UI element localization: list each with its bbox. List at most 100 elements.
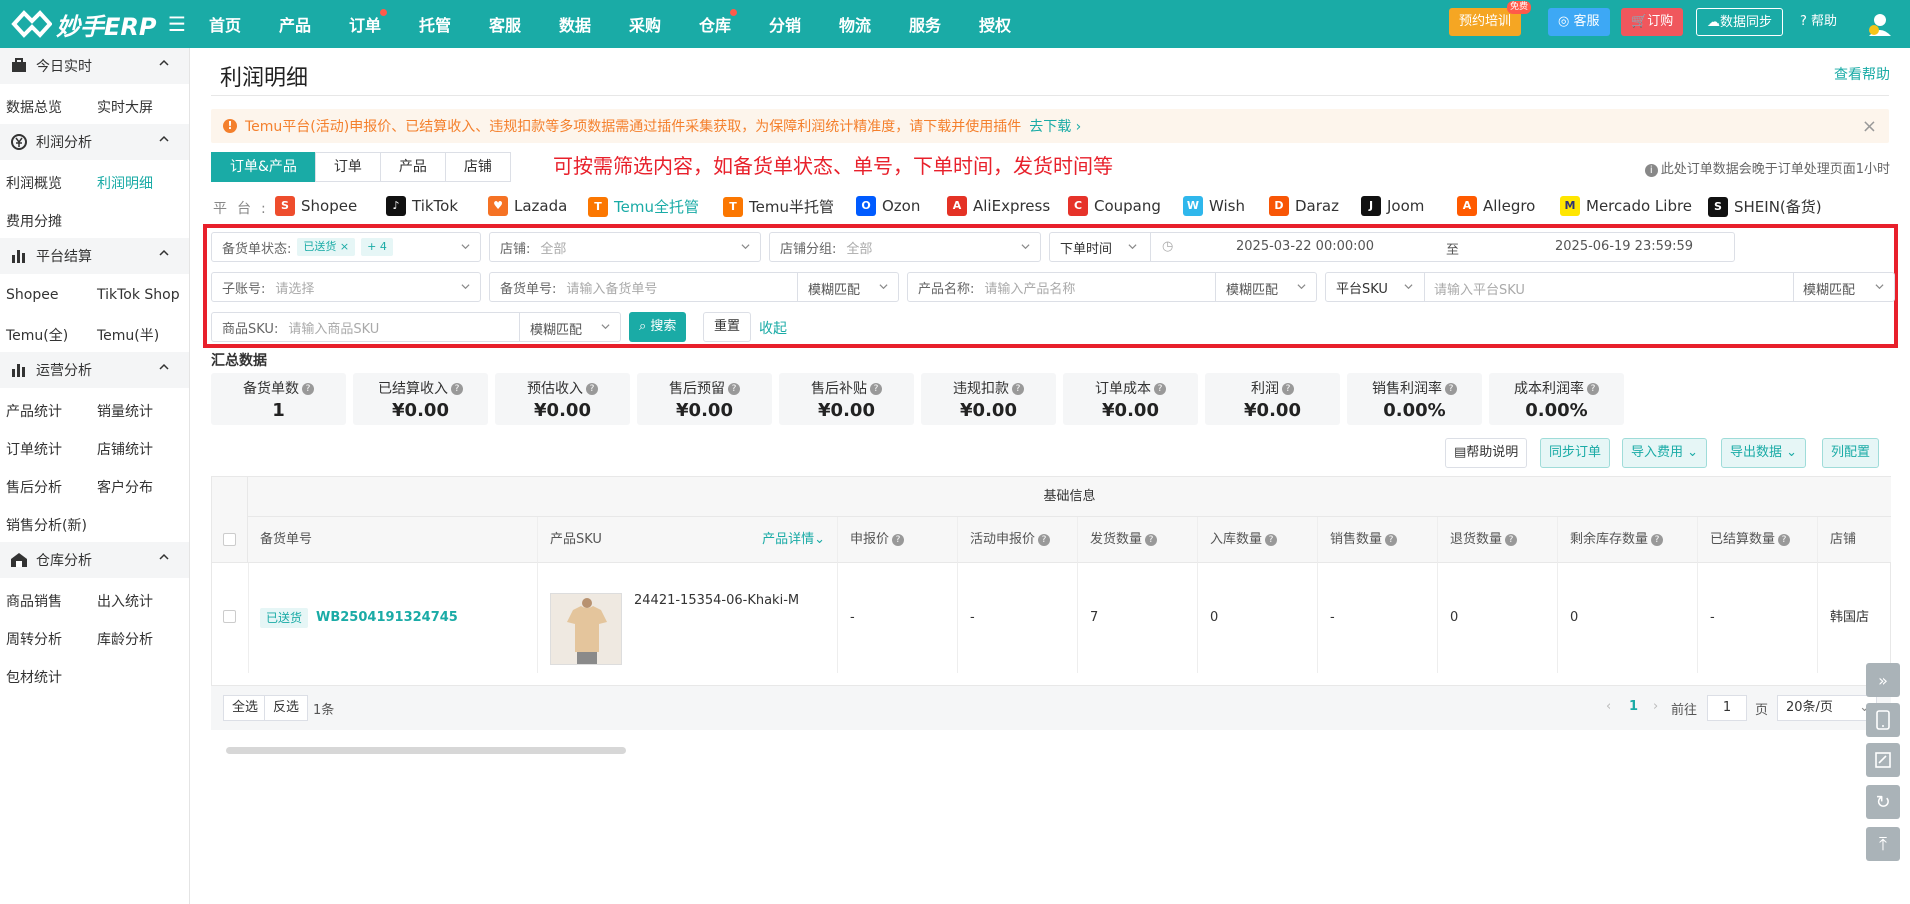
nav-service[interactable]: 客服 xyxy=(489,12,521,36)
avatar[interactable] xyxy=(1866,10,1894,38)
sidebar-item-temu-semi[interactable]: Temu(半) xyxy=(97,325,159,345)
platform-shopee[interactable]: S Shopee xyxy=(275,196,357,216)
question-icon[interactable]: ? xyxy=(1385,533,1398,546)
search-button[interactable]: ⌕ 搜索 xyxy=(629,312,687,342)
question-icon[interactable]: ? xyxy=(1505,533,1518,546)
logo[interactable]: 妙手ERP xyxy=(10,6,165,42)
platform-allegro[interactable]: A Allegro xyxy=(1457,196,1535,216)
sidebar-item-aftersales[interactable]: 售后分析 xyxy=(6,477,62,497)
nav-services[interactable]: 服务 xyxy=(909,12,941,36)
question-icon[interactable]: ? xyxy=(1038,533,1051,546)
status-chip[interactable]: 已送货 × xyxy=(297,238,356,256)
subscribe-button[interactable]: 🛒订购 xyxy=(1621,8,1684,36)
question-icon[interactable]: ? xyxy=(1145,533,1158,546)
question-icon[interactable]: ? xyxy=(586,383,598,395)
platform-coupang[interactable]: C Coupang xyxy=(1068,196,1161,216)
nav-purchase[interactable]: 采购 xyxy=(629,12,661,36)
question-icon[interactable]: ? xyxy=(1778,533,1791,546)
column-config-button[interactable]: 列配置 xyxy=(1822,438,1880,468)
export-data-button[interactable]: 导出数据 ⌄ xyxy=(1721,438,1807,468)
collapse-link[interactable]: 收起 xyxy=(759,318,787,338)
sidebar-group-warehouse[interactable]: 仓库分析 xyxy=(0,542,189,578)
sync-orders-button[interactable]: 同步订单 xyxy=(1540,438,1611,468)
sidebar-item-shopee[interactable]: Shopee xyxy=(6,287,58,303)
question-icon[interactable]: ? xyxy=(451,383,463,395)
question-icon[interactable]: ? xyxy=(728,383,740,395)
product-detail-toggle[interactable]: 产品详情⌄ xyxy=(762,517,825,563)
store-group-select[interactable]: 店铺分组: 全部 xyxy=(769,232,1041,262)
sidebar-item-sales-stats[interactable]: 销量统计 xyxy=(97,401,153,421)
sidebar-item-goods-sales[interactable]: 商品销售 xyxy=(6,591,62,611)
platform-joom[interactable]: J Joom xyxy=(1361,196,1424,216)
row-checkbox[interactable] xyxy=(223,610,236,623)
sidebar-item-profit-overview[interactable]: 利润概览 xyxy=(6,173,62,193)
platform-tiktok[interactable]: ♪ TikTok xyxy=(386,196,458,216)
refresh-button[interactable]: ↻ xyxy=(1866,785,1900,819)
page-number[interactable]: 1 xyxy=(1629,699,1638,714)
sub-account-select[interactable]: 子账号: 请选择 xyxy=(211,272,481,302)
view-help-link[interactable]: 查看帮助 xyxy=(1834,64,1890,84)
status-select[interactable]: 备货单状态: 已送货 × + 4 xyxy=(211,232,481,262)
back-to-top-button[interactable]: ⤒ xyxy=(1866,827,1900,861)
goto-page-input[interactable]: 1 xyxy=(1707,695,1747,721)
nav-home[interactable]: 首页 xyxy=(209,12,241,36)
question-icon[interactable]: ? xyxy=(1012,383,1024,395)
sidebar-item-stock-age[interactable]: 库龄分析 xyxy=(97,629,153,649)
download-link[interactable]: 去下载 › xyxy=(1029,116,1081,136)
sidebar-item-product-stats[interactable]: 产品统计 xyxy=(6,401,62,421)
product-image[interactable] xyxy=(550,593,622,665)
select-all-button[interactable]: 全选 xyxy=(223,695,268,721)
match-mode-select[interactable]: 模糊匹配 xyxy=(1226,279,1278,298)
question-icon[interactable]: ? xyxy=(1265,533,1278,546)
sidebar-item-store-stats[interactable]: 店铺统计 xyxy=(97,439,153,459)
sidebar-group-settlement[interactable]: 平台结算 xyxy=(0,238,189,274)
collapse-panel-button[interactable]: » xyxy=(1866,663,1900,697)
platform-temu-full[interactable]: T Temu全托管 xyxy=(588,196,699,217)
nav-hosting[interactable]: 托管 xyxy=(419,12,451,36)
mobile-button[interactable] xyxy=(1866,703,1900,737)
match-mode-select[interactable]: 模糊匹配 xyxy=(530,319,582,338)
sidebar-item-tiktok-shop[interactable]: TikTok Shop xyxy=(97,287,180,303)
sidebar-item-cost-allocation[interactable]: 费用分摊 xyxy=(6,211,62,231)
question-icon[interactable]: ? xyxy=(870,383,882,395)
tab-order[interactable]: 订单 xyxy=(314,152,381,182)
question-icon[interactable]: ? xyxy=(892,533,905,546)
sidebar-item-sales-analysis-new[interactable]: 销售分析(新) xyxy=(6,515,87,535)
customer-service-button[interactable]: ◎ 客服 xyxy=(1548,8,1610,36)
page-size-select[interactable]: 20条/页 ⌄ xyxy=(1777,695,1877,721)
sidebar-item-order-stats[interactable]: 订单统计 xyxy=(6,439,62,459)
nav-logistics[interactable]: 物流 xyxy=(839,12,871,36)
match-mode-select[interactable]: 模糊匹配 xyxy=(1803,279,1855,298)
platform-lazada[interactable]: ♥ Lazada xyxy=(488,196,567,216)
close-icon[interactable]: × xyxy=(1862,116,1877,137)
sidebar-item-packaging[interactable]: 包材统计 xyxy=(6,667,62,687)
platform-aliexpress[interactable]: A AliExpress xyxy=(947,196,1050,216)
close-icon[interactable]: × xyxy=(340,240,349,253)
nav-products[interactable]: 产品 xyxy=(279,12,311,36)
invert-selection-button[interactable]: 反选 xyxy=(264,695,309,721)
help-doc-button[interactable]: ▤帮助说明 xyxy=(1445,438,1528,468)
menu-toggle-icon[interactable]: ☰ xyxy=(168,12,186,36)
tab-order-product[interactable]: 订单&产品 xyxy=(211,152,316,182)
tab-product[interactable]: 产品 xyxy=(379,152,446,182)
prev-page-icon[interactable]: ‹ xyxy=(1606,699,1611,714)
question-icon[interactable]: ? xyxy=(1651,533,1664,546)
platform-ozon[interactable]: O Ozon xyxy=(856,196,920,216)
sidebar-item-customer-distribution[interactable]: 客户分布 xyxy=(97,477,153,497)
platform-shein[interactable]: S SHEIN(备货) xyxy=(1708,196,1822,217)
question-icon[interactable]: ? xyxy=(1282,383,1294,395)
order-no-input[interactable]: 请输入备货单号 xyxy=(566,278,657,297)
sidebar-item-temu-full[interactable]: Temu(全) xyxy=(6,325,68,345)
select-all-checkbox[interactable] xyxy=(223,533,236,546)
platform-daraz[interactable]: D Daraz xyxy=(1269,196,1339,216)
nav-distribution[interactable]: 分销 xyxy=(769,12,801,36)
sidebar-group-today[interactable]: 今日实时 xyxy=(0,48,189,84)
goods-sku-input[interactable]: 请输入商品SKU xyxy=(288,318,379,337)
sidebar-item-profit-detail[interactable]: 利润明细 xyxy=(97,173,153,193)
data-sync-button[interactable]: ☁数据同步 xyxy=(1696,8,1784,36)
question-icon[interactable]: ? xyxy=(1154,383,1166,395)
training-button[interactable]: 预约培训 免费 xyxy=(1449,1,1532,36)
platform-temu-semi[interactable]: T Temu半托管 xyxy=(723,196,834,217)
import-fees-button[interactable]: 导入费用 ⌄ xyxy=(1622,438,1708,468)
product-name-input[interactable]: 请输入产品名称 xyxy=(984,278,1075,297)
